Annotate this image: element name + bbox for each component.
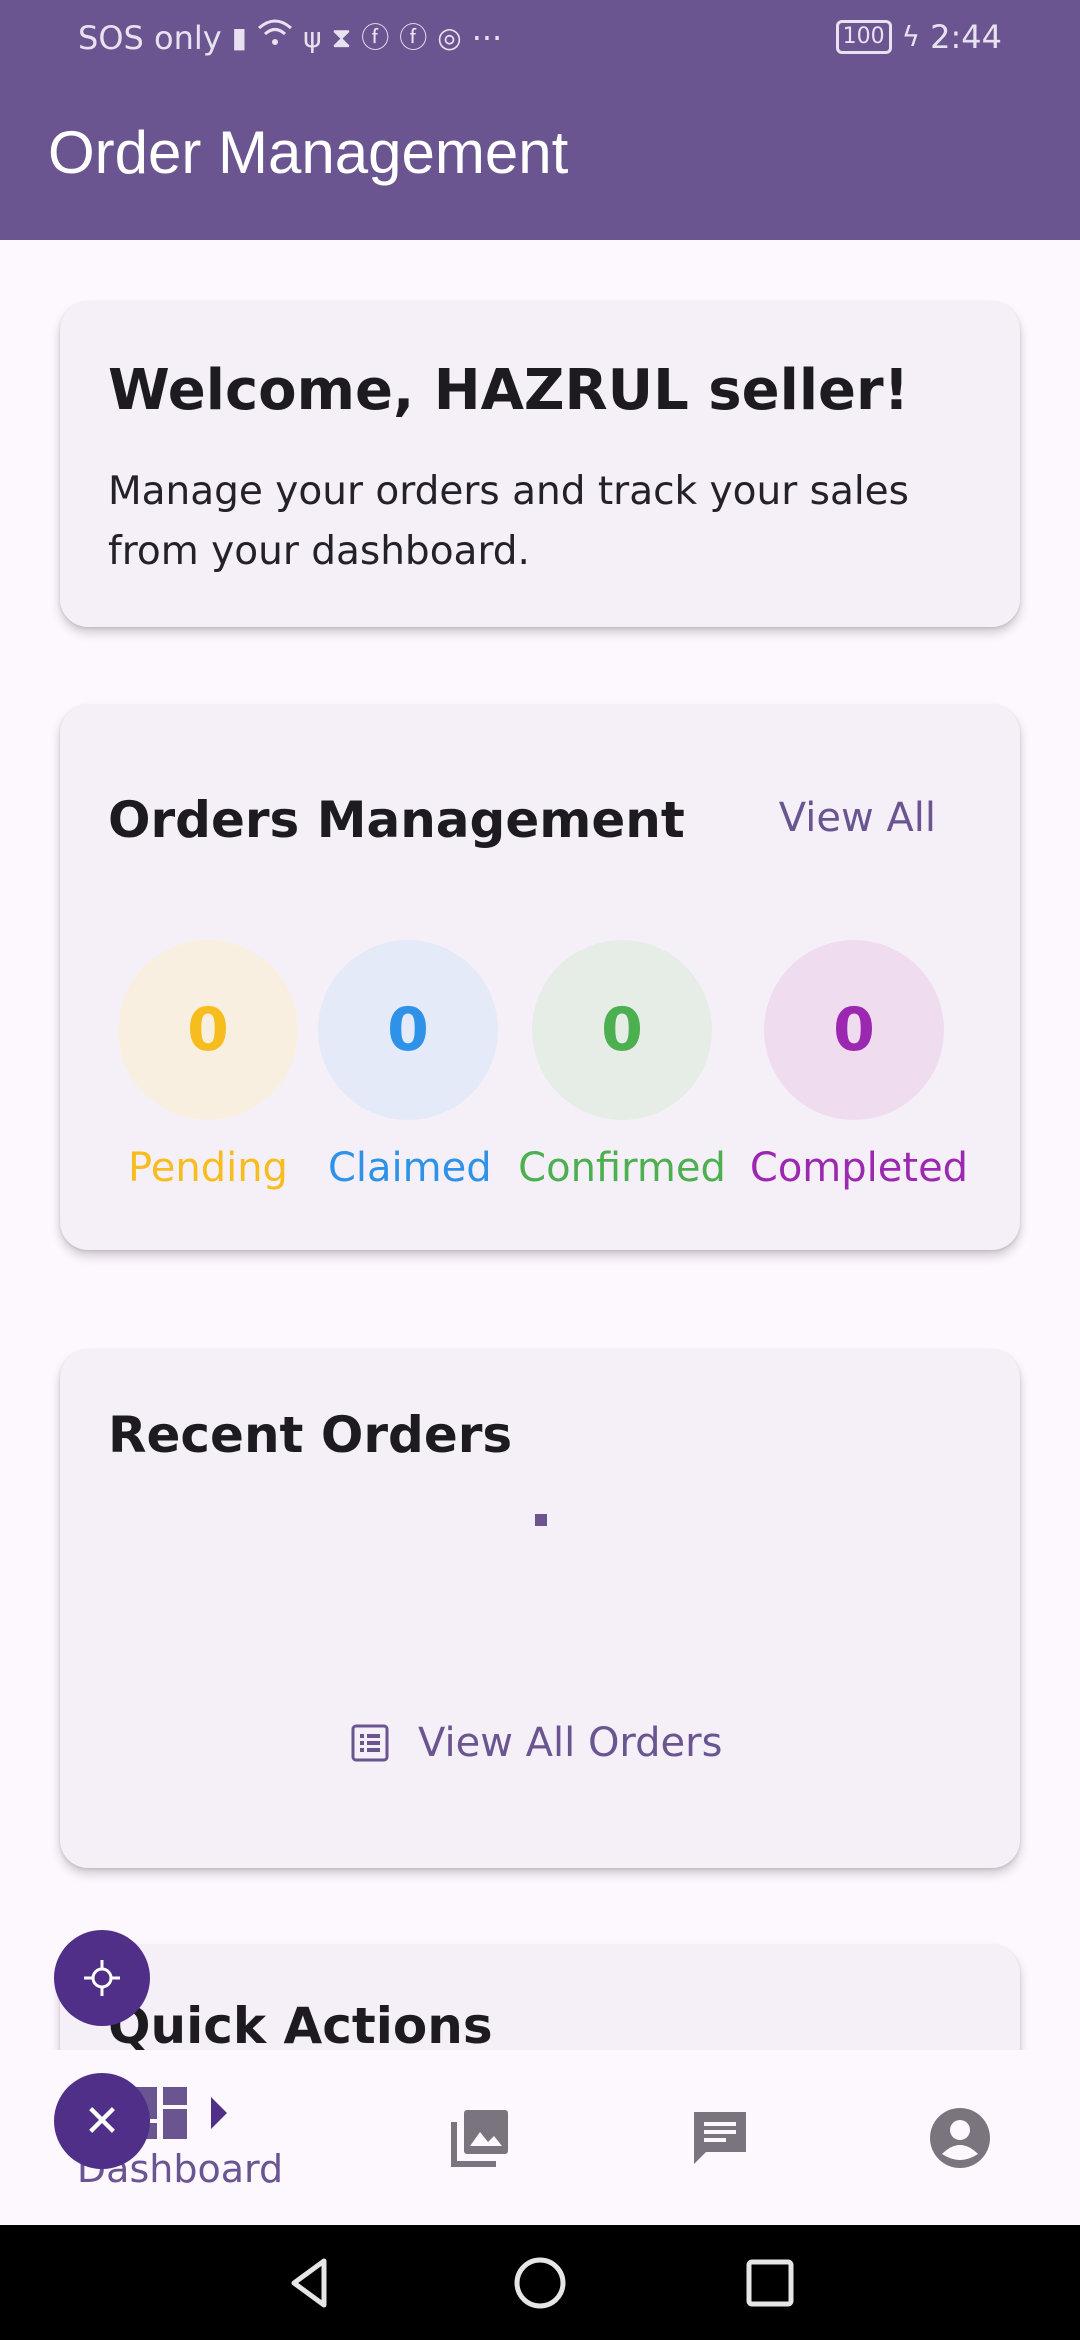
home-icon[interactable]	[510, 2253, 570, 2313]
loading-indicator	[535, 1514, 547, 1526]
usb-icon: ψ	[303, 20, 322, 54]
chat-icon	[694, 2111, 746, 2164]
wifi-icon	[257, 18, 293, 57]
account-icon	[930, 2107, 990, 2168]
clock: 2:44	[930, 18, 1002, 56]
list-icon	[351, 1724, 389, 1762]
nav-gallery[interactable]	[400, 2050, 560, 2225]
status-bar: SOS only ▮ ψ ⧗ ⓕ ⓕ ◎ ··· 100 ϟ 2:44	[0, 0, 1080, 76]
orders-management-card: Orders Management View All 0 0 0 0 Pendi…	[60, 705, 1020, 1250]
battery-icon: 100	[835, 20, 892, 54]
welcome-subtitle: Manage your orders and track your sales …	[108, 469, 909, 574]
claimed-count[interactable]: 0	[318, 940, 498, 1120]
floating-move-button[interactable]	[54, 1930, 150, 2026]
completed-count[interactable]: 0	[764, 940, 944, 1120]
claimed-label: Claimed	[328, 1145, 492, 1191]
sim-alert-icon: ▮	[231, 20, 248, 54]
quick-actions-title: Quick Actions	[108, 1997, 493, 2055]
recent-orders-card: Recent Orders View All Orders	[60, 1350, 1020, 1868]
pending-label: Pending	[128, 1145, 288, 1191]
gallery-icon	[451, 2109, 508, 2167]
play-arrow-icon	[211, 2096, 227, 2129]
view-all-button[interactable]: View All	[779, 795, 936, 841]
pending-count[interactable]: 0	[118, 940, 298, 1120]
bottom-navigation: Dashboard	[0, 2050, 1080, 2225]
nav-chat[interactable]	[640, 2050, 800, 2225]
facebook-icon: ⓕ	[399, 20, 428, 54]
welcome-card: Welcome, HAZRUL seller! Manage your orde…	[60, 302, 1020, 627]
view-all-orders-button[interactable]: View All Orders	[350, 1720, 722, 1766]
hourglass-icon: ⧗	[331, 20, 352, 54]
charging-icon: ϟ	[901, 20, 921, 53]
app-bar: SOS only ▮ ψ ⧗ ⓕ ⓕ ◎ ··· 100 ϟ 2:44 Orde…	[0, 0, 1080, 240]
close-icon: ✕	[83, 2095, 121, 2147]
confirmed-count[interactable]: 0	[532, 940, 712, 1120]
carrier-text: SOS only	[78, 18, 222, 57]
welcome-title: Welcome, HAZRUL seller!	[108, 358, 910, 423]
confirmed-label: Confirmed	[518, 1145, 726, 1191]
floating-close-button[interactable]: ✕	[54, 2073, 150, 2169]
facebook-icon: ⓕ	[361, 20, 390, 54]
back-icon[interactable]	[280, 2253, 340, 2313]
completed-label: Completed	[749, 1145, 969, 1191]
recents-icon[interactable]	[740, 2253, 800, 2313]
crosshair-icon	[84, 1960, 120, 1996]
orders-management-title: Orders Management	[108, 791, 685, 849]
instagram-icon: ◎	[437, 20, 462, 54]
nav-profile[interactable]	[880, 2050, 1040, 2225]
view-all-orders-label: View All Orders	[418, 1720, 723, 1766]
page-title: Order Management	[48, 119, 569, 186]
recent-orders-title: Recent Orders	[108, 1406, 513, 1464]
more-notifications-icon: ···	[471, 18, 503, 57]
system-navigation-bar	[0, 2225, 1080, 2340]
